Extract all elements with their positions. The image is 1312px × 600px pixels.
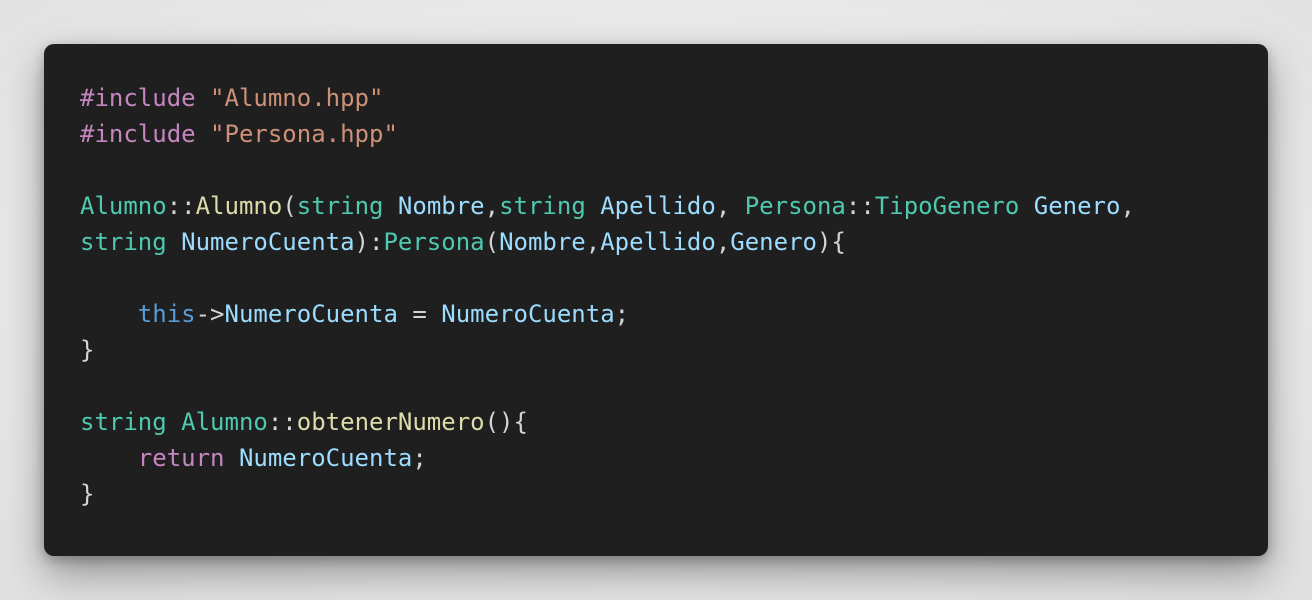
code-token: ; — [614, 300, 630, 328]
code-block[interactable]: #include "Alumno.hpp" #include "Persona.h… — [80, 80, 1135, 512]
code-token: Persona — [744, 192, 846, 220]
code-token: (){ — [484, 408, 528, 436]
code-token: "Alumno.hpp" — [210, 84, 384, 112]
code-token: } — [80, 336, 95, 364]
code-token: -> — [195, 300, 225, 328]
code-token: ): — [354, 228, 384, 256]
code-line-2: #include "Persona.hpp" — [80, 116, 1135, 152]
code-line-7: this->NumeroCuenta = NumeroCuenta; — [80, 296, 1135, 332]
code-token: ( — [484, 228, 500, 256]
code-token: = — [397, 300, 442, 328]
code-token: Nombre — [499, 228, 586, 256]
code-token: Apellido — [600, 192, 716, 220]
code-token: "Persona.hpp" — [210, 120, 398, 148]
code-token: Alumno — [195, 192, 283, 220]
code-token: Alumno — [181, 408, 268, 436]
code-line-4: Alumno::Alumno(string Nombre,string Apel… — [80, 188, 1135, 224]
code-token: #include — [80, 120, 196, 148]
code-token: :: — [845, 192, 875, 220]
code-token: string — [296, 192, 384, 220]
code-token: ; — [412, 444, 427, 472]
code-token: ( — [282, 192, 297, 220]
code-token: Persona — [383, 228, 485, 256]
code-token: TipoGenero — [874, 192, 1020, 220]
code-token: } — [80, 480, 95, 508]
code-token: ){ — [816, 228, 846, 256]
code-line-8: } — [80, 332, 1135, 368]
code-token: :: — [267, 408, 297, 436]
code-token: string — [80, 408, 167, 436]
code-line-1: #include "Alumno.hpp" — [80, 80, 1135, 116]
code-token: NumeroCuenta — [441, 300, 615, 328]
code-token: return — [137, 444, 225, 472]
code-token: NumeroCuenta — [181, 228, 355, 256]
code-token: NumeroCuenta — [224, 300, 398, 328]
code-token: :: — [166, 192, 196, 220]
code-token: NumeroCuenta — [238, 444, 413, 472]
code-token: , — [585, 228, 601, 256]
code-token: , — [484, 192, 500, 220]
code-line-11: return NumeroCuenta; — [80, 440, 1135, 476]
code-snippet-window: #include "Alumno.hpp" #include "Persona.h… — [44, 44, 1268, 556]
code-token: obtenerNumero — [296, 408, 485, 436]
code-line-5: string NumeroCuenta):Persona(Nombre,Apel… — [80, 224, 1135, 260]
code-token: Genero — [1033, 192, 1121, 220]
code-token: Apellido — [600, 228, 716, 256]
code-token: Alumno — [80, 192, 167, 220]
code-token: , — [715, 228, 731, 256]
code-token: string — [499, 192, 586, 220]
code-token: , — [715, 192, 745, 220]
code-line-10: string Alumno::obtenerNumero(){ — [80, 404, 1135, 440]
code-line-12: } — [80, 476, 1135, 512]
code-token: Genero — [730, 228, 817, 256]
code-token: #include — [80, 84, 196, 112]
code-token: string — [80, 228, 167, 256]
code-token: this — [137, 300, 196, 328]
code-token: Nombre — [397, 192, 485, 220]
code-token: , — [1120, 192, 1135, 220]
